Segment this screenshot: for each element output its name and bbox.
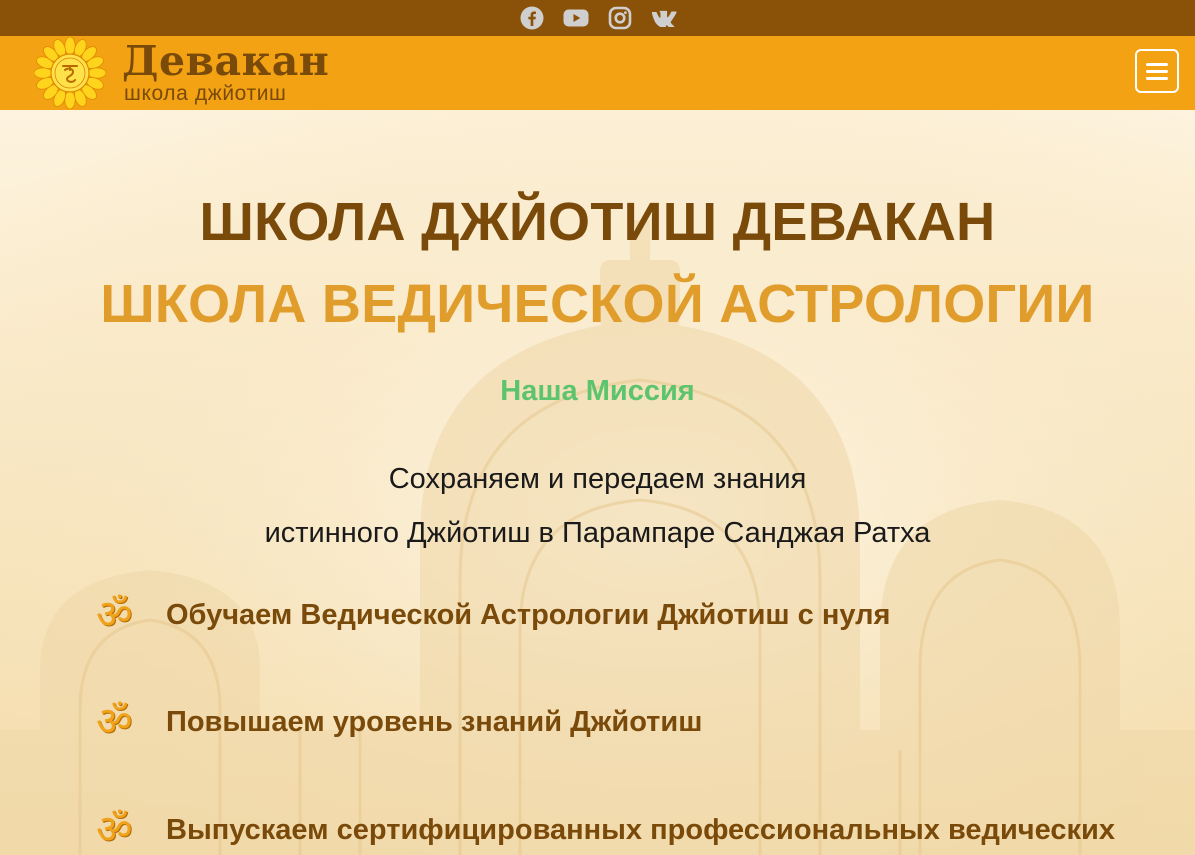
sunflower-logo-icon[interactable] — [34, 37, 106, 109]
hamburger-menu-icon[interactable] — [1135, 49, 1179, 93]
brand-subtitle[interactable]: школа джйотиш — [124, 82, 287, 106]
mission-text-line-1: Сохраняем и передаем знания — [388, 463, 807, 495]
list-item: ॐ Обучаем Ведической Астрологии Джйотиш … — [96, 590, 890, 640]
list-item: ॐ Повышаем уровень знаний Джйотиш — [96, 697, 702, 747]
social-bar — [0, 0, 1195, 36]
instagram-icon[interactable] — [607, 5, 633, 31]
list-item: ॐ Выпускаем сертифицированных профессион… — [96, 805, 1115, 855]
mission-text-line-2: истинного Джйотиш в Парампаре Санджая Ра… — [264, 517, 931, 549]
menu-bar — [1146, 76, 1168, 80]
hero-section: ШКОЛА ДЖЙОТИШ ДЕВАКАН ШКОЛА ВЕДИЧЕСКОЙ А… — [0, 110, 1195, 855]
list-item-text: Выпускаем сертифицированных профессионал… — [166, 814, 1115, 846]
om-icon: ॐ — [96, 592, 133, 638]
facebook-icon[interactable] — [519, 5, 545, 31]
menu-bar — [1146, 62, 1168, 66]
page-title: ШКОЛА ДЖЙОТИШ ДЕВАКАН — [199, 192, 996, 252]
site-header: Девакан школа джйотиш — [0, 36, 1195, 110]
om-icon: ॐ — [96, 699, 133, 745]
vk-icon[interactable] — [651, 5, 677, 31]
youtube-icon[interactable] — [563, 5, 589, 31]
list-item-text: Обучаем Ведической Астрологии Джйотиш с … — [166, 599, 891, 631]
om-icon: ॐ — [96, 807, 133, 853]
mission-heading: Наша Миссия — [500, 375, 695, 407]
page-subtitle: ШКОЛА ВЕДИЧЕСКОЙ АСТРОЛОГИИ — [100, 274, 1095, 334]
list-item-text: Повышаем уровень знаний Джйотиш — [166, 706, 703, 738]
brand-name[interactable]: Девакан — [122, 38, 329, 84]
menu-bar — [1146, 69, 1168, 73]
